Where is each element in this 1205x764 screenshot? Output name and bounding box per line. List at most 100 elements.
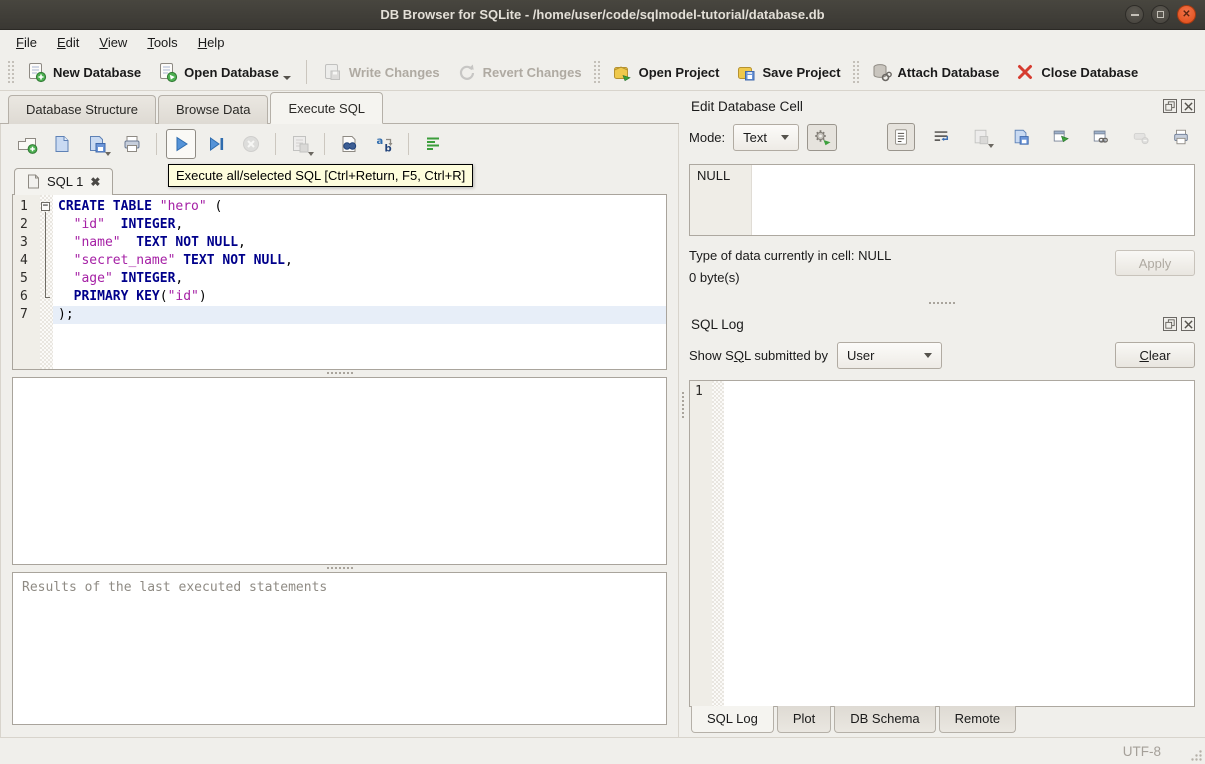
code-line[interactable]: 1 − CREATE TABLE "hero" (: [13, 198, 666, 216]
save-sql-file-button[interactable]: [82, 129, 112, 159]
toolbar-handle[interactable]: [592, 60, 601, 84]
edit-cell-title: Edit Database Cell: [691, 98, 803, 114]
revert-changes-button[interactable]: Revert Changes: [448, 58, 590, 87]
menu-help[interactable]: Help: [188, 32, 235, 53]
new-database-button[interactable]: New Database: [18, 58, 149, 87]
open-database-dropdown-icon[interactable]: [282, 75, 291, 80]
log-text-area[interactable]: [724, 381, 1194, 706]
log-gutter: 1: [690, 381, 713, 706]
open-database-button[interactable]: Open Database: [149, 58, 299, 87]
encoding-indicator[interactable]: UTF-8: [1123, 744, 1161, 759]
mode-combobox[interactable]: Text: [733, 123, 799, 151]
execute-all-button[interactable]: [166, 129, 196, 159]
tab-database-structure[interactable]: Database Structure: [8, 95, 157, 124]
resize-grip-icon[interactable]: [1189, 748, 1203, 762]
print-sql-button[interactable]: [117, 129, 147, 159]
vertical-splitter[interactable]: [679, 92, 687, 737]
cell-editor-gutter: NULL: [690, 165, 753, 235]
execute-all-icon: [176, 136, 188, 152]
cell-mode-row: Mode: Text: [689, 118, 1195, 156]
toolbar-handle[interactable]: [851, 60, 860, 84]
cell-value: NULL: [697, 168, 731, 183]
replace-button[interactable]: a b: [369, 129, 399, 159]
close-dock-button[interactable]: [1181, 317, 1195, 331]
fold-margin[interactable]: −: [40, 198, 53, 216]
apply-button[interactable]: Apply: [1115, 250, 1195, 276]
set-null-icon: [1133, 132, 1149, 145]
maximize-icon: [1157, 11, 1164, 18]
tab-db-schema[interactable]: DB Schema: [834, 706, 936, 733]
results-placeholder: Results of the last executed statements: [22, 580, 328, 595]
save-project-icon: [737, 66, 754, 80]
float-dock-button[interactable]: [1163, 317, 1177, 331]
close-database-button[interactable]: Close Database: [1007, 58, 1146, 86]
open-project-button[interactable]: Open Project: [604, 58, 728, 87]
sql-log-editor[interactable]: 1: [689, 380, 1195, 707]
save-project-button[interactable]: Save Project: [728, 58, 849, 87]
splitter[interactable]: [689, 296, 1195, 312]
execute-line-icon: [210, 137, 224, 151]
close-button[interactable]: ✕: [1177, 5, 1196, 24]
attach-database-button[interactable]: Attach Database: [863, 58, 1008, 87]
titlebar[interactable]: DB Browser for SQLite - /home/user/code/…: [0, 0, 1205, 30]
fold-margin: [40, 288, 53, 306]
splitter[interactable]: [12, 565, 667, 572]
tab-sql-log[interactable]: SQL Log: [691, 706, 774, 733]
close-dock-button[interactable]: [1181, 99, 1195, 113]
stop-button[interactable]: [236, 129, 266, 159]
save-sql-dropdown-icon[interactable]: [105, 152, 111, 156]
save-cell-button[interactable]: [967, 123, 995, 151]
code-line[interactable]: 6 PRIMARY KEY("id"): [13, 288, 666, 306]
new-query-tab-button[interactable]: [12, 129, 42, 159]
print-cell-button[interactable]: [1167, 123, 1195, 151]
auto-switch-mode-button[interactable]: [807, 123, 837, 151]
open-sql-file-button[interactable]: [47, 129, 77, 159]
fold-collapse-icon[interactable]: −: [41, 202, 50, 211]
tab-execute-sql[interactable]: Execute SQL: [270, 92, 384, 124]
new-database-label: New Database: [53, 64, 142, 80]
menu-tools[interactable]: Tools: [137, 32, 187, 53]
results-table-pane[interactable]: [12, 377, 668, 565]
menu-view[interactable]: View: [89, 32, 137, 53]
import-cell-button[interactable]: [1007, 123, 1035, 151]
word-wrap-button[interactable]: [927, 123, 955, 151]
format-sql-button[interactable]: [418, 129, 448, 159]
cell-editor-text-area[interactable]: [752, 165, 1194, 235]
right-panel: Edit Database Cell Mode: Text NULL Type …: [687, 92, 1205, 737]
sql1-tab[interactable]: SQL 1 ✖: [14, 168, 114, 195]
code-line[interactable]: 7);: [13, 306, 667, 324]
menu-edit[interactable]: Edit: [47, 32, 89, 53]
execute-line-button[interactable]: [201, 129, 231, 159]
tab-plot[interactable]: Plot: [776, 706, 832, 733]
float-dock-button[interactable]: [1163, 99, 1177, 113]
save-results-button[interactable]: [285, 129, 315, 159]
minimize-button[interactable]: [1125, 5, 1144, 24]
text-mode-button[interactable]: [887, 123, 915, 151]
open-in-app-button[interactable]: [1087, 123, 1115, 151]
close-tab-icon[interactable]: ✖: [90, 176, 100, 188]
code-line[interactable]: 5 "age" INTEGER,: [13, 270, 666, 288]
menu-file[interactable]: File: [6, 32, 47, 53]
code-line[interactable]: 2 "id" INTEGER,: [13, 216, 666, 234]
code-line[interactable]: 4 "secret_name" TEXT NOT NULL,: [13, 252, 666, 270]
tab-remote[interactable]: Remote: [938, 706, 1017, 733]
results-message-pane[interactable]: Results of the last executed statements: [12, 572, 668, 725]
splitter[interactable]: [12, 370, 667, 377]
set-null-button[interactable]: [1127, 123, 1155, 151]
toolbar-handle[interactable]: [7, 60, 15, 84]
clear-log-button[interactable]: Clear: [1115, 342, 1195, 368]
write-changes-button[interactable]: Write Changes: [314, 58, 448, 87]
cell-editor[interactable]: NULL: [689, 164, 1195, 236]
maximize-button[interactable]: [1151, 5, 1170, 24]
submitter-combobox[interactable]: User: [837, 341, 943, 369]
sql-log-title: SQL Log: [691, 316, 744, 332]
line-number: 6: [20, 289, 28, 304]
sql-editor[interactable]: 1− CREATE TABLE "hero" (2 "id" INTEGER, 3 …: [12, 194, 668, 370]
code-line[interactable]: 3 "name" TEXT NOT NULL,: [13, 234, 666, 252]
menubar: File Edit View Tools Help: [0, 30, 1205, 54]
tab-browse-data[interactable]: Browse Data: [158, 95, 269, 124]
find-button[interactable]: [334, 129, 364, 159]
chevron-down-icon: [924, 352, 933, 358]
export-cell-button[interactable]: [1047, 123, 1075, 151]
word-wrap-icon: [934, 131, 949, 142]
